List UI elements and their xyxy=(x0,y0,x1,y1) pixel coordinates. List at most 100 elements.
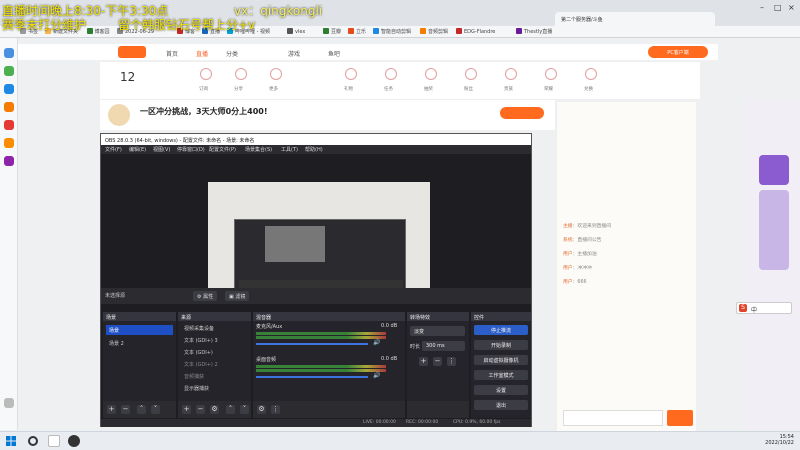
dock-app-icon[interactable] xyxy=(4,102,14,112)
nav-category[interactable]: 分类 xyxy=(226,49,238,58)
bookmark-icon xyxy=(86,28,93,34)
dock-app-icon[interactable] xyxy=(4,138,14,148)
move-up-button[interactable]: ˄ xyxy=(226,405,235,414)
source-item[interactable]: 文本 (GDI+) 2 xyxy=(181,359,221,369)
exchange-icon[interactable] xyxy=(585,68,597,80)
bookmark-item[interactable]: EDG-Flandre xyxy=(456,28,495,35)
settings-button[interactable]: 设置 xyxy=(474,385,528,395)
bookmark-item[interactable]: 豆瓣 xyxy=(323,28,341,35)
obs-taskbar-icon[interactable] xyxy=(68,435,80,447)
nav-fishbar[interactable]: 鱼吧 xyxy=(328,49,340,58)
browser-tab-active[interactable]: 第二个服务器/斗鱼 xyxy=(555,12,715,26)
volume-slider[interactable] xyxy=(256,376,368,378)
more-icon[interactable] xyxy=(270,68,282,80)
close-icon[interactable]: × xyxy=(788,3,795,12)
source-item[interactable]: 文本 (GDI+) 3 xyxy=(181,335,221,345)
speaker-icon[interactable]: 🔊 xyxy=(373,339,380,346)
bookmark-item[interactable]: 音频剪辑 xyxy=(420,28,448,35)
menu-docks[interactable]: 停靠窗口(D) xyxy=(177,146,205,153)
panel-title: 混音器 xyxy=(253,312,405,321)
dock-app-icon[interactable] xyxy=(4,66,14,76)
bookmark-item[interactable]: Thestly直播 xyxy=(516,28,552,35)
start-recording-button[interactable]: 开始录制 xyxy=(474,340,528,350)
gift-icon[interactable] xyxy=(345,68,357,80)
nav-home[interactable]: 首页 xyxy=(166,49,178,58)
source-item[interactable]: 文本 (GDI+) xyxy=(181,347,216,357)
system-clock[interactable]: 15:54 2022/10/22 xyxy=(765,434,794,446)
ime-indicator[interactable]: S 中 xyxy=(736,302,792,314)
windows-start-icon[interactable] xyxy=(6,436,16,446)
pc-client-button[interactable]: PC客户端 xyxy=(648,46,708,58)
no-source-label: 未选择源 xyxy=(105,293,126,299)
taskbar-app-icon[interactable] xyxy=(48,435,60,447)
bookmark-item[interactable]: 智能自动剪辑 xyxy=(373,28,411,35)
bookmark-item[interactable]: 立乐 xyxy=(348,28,366,35)
controls-panel: 控件 停止推流 开始录制 启动虚拟摄像机 工作室模式 设置 退出 xyxy=(471,312,531,418)
duration-input[interactable]: 300 ms xyxy=(422,341,465,351)
menu-tools[interactable]: 工具(T) xyxy=(281,146,298,153)
remove-source-button[interactable]: − xyxy=(196,405,205,414)
maximize-icon[interactable]: □ xyxy=(774,3,782,12)
volume-slider[interactable] xyxy=(256,343,368,345)
nav-live[interactable]: 直播 xyxy=(196,49,208,58)
stop-streaming-button[interactable]: 停止推流 xyxy=(474,325,528,335)
dock-app-icon[interactable] xyxy=(4,120,14,130)
chat-line: 用户：666 xyxy=(563,280,587,285)
dock-app-icon[interactable] xyxy=(4,84,14,94)
dock-add-icon[interactable] xyxy=(4,398,14,408)
virtual-camera-button[interactable]: 启动虚拟摄像机 xyxy=(474,355,528,365)
chat-line: 主播：欢迎来到直播间 xyxy=(563,224,612,229)
menu-profile[interactable]: 配置文件(P) xyxy=(209,146,236,153)
source-settings-icon[interactable]: ⚙ xyxy=(210,405,219,414)
scene-item[interactable]: 场景 xyxy=(106,325,173,335)
site-logo[interactable] xyxy=(118,46,146,58)
speaker-icon[interactable]: 🔊 xyxy=(373,372,380,379)
mixer-menu-icon[interactable]: ⋮ xyxy=(271,405,280,414)
scene-item[interactable]: 场景 2 xyxy=(106,338,173,348)
transition-menu-icon[interactable]: ⋮ xyxy=(447,357,456,366)
menu-scene-collection[interactable]: 场景集合(S) xyxy=(245,146,272,153)
source-item[interactable]: 视频采集设备 xyxy=(181,323,217,333)
noble-icon[interactable] xyxy=(505,68,517,80)
move-up-button[interactable]: ˄ xyxy=(137,405,146,414)
fans-icon[interactable] xyxy=(465,68,477,80)
remove-scene-button[interactable]: − xyxy=(121,405,130,414)
studio-mode-button[interactable]: 工作室模式 xyxy=(474,370,528,380)
filters-button[interactable]: ▣ 滤镜 xyxy=(225,291,250,301)
task-icon[interactable] xyxy=(385,68,397,80)
search-icon[interactable] xyxy=(28,436,38,446)
source-item[interactable]: 显示器捕获 xyxy=(181,383,212,393)
add-scene-button[interactable]: + xyxy=(107,405,116,414)
bookmark-item[interactable]: vlex xyxy=(287,28,305,35)
lottery-icon[interactable] xyxy=(425,68,437,80)
dock-app-icon[interactable] xyxy=(4,156,14,166)
share-icon[interactable] xyxy=(235,68,247,80)
add-source-button[interactable]: + xyxy=(182,405,191,414)
subscribe-icon[interactable] xyxy=(200,68,212,80)
chat-send-button[interactable] xyxy=(667,410,693,426)
bookmark-item[interactable]: 博客园 xyxy=(86,28,110,35)
chat-input[interactable] xyxy=(563,410,663,426)
chat-line: 用户：主播加油 xyxy=(563,252,597,257)
promo-panel[interactable] xyxy=(759,190,789,270)
mixer-settings-icon[interactable]: ⚙ xyxy=(257,405,266,414)
minimize-icon[interactable]: – xyxy=(760,3,764,12)
menu-view[interactable]: 视图(V) xyxy=(153,146,170,153)
streamer-avatar[interactable] xyxy=(108,104,130,126)
dock-app-icon[interactable] xyxy=(4,48,14,58)
move-down-button[interactable]: ˅ xyxy=(151,405,160,414)
source-item[interactable]: 音频捕获 xyxy=(181,371,207,381)
move-down-button[interactable]: ˅ xyxy=(240,405,249,414)
follow-button[interactable] xyxy=(500,107,544,119)
exit-button[interactable]: 退出 xyxy=(474,400,528,410)
properties-button[interactable]: ⚙ 属性 xyxy=(193,291,218,301)
menu-file[interactable]: 文件(F) xyxy=(105,146,122,153)
menu-edit[interactable]: 编辑(E) xyxy=(129,146,146,153)
remove-transition-button[interactable]: − xyxy=(433,357,442,366)
nav-games[interactable]: 游戏 xyxy=(288,49,300,58)
add-transition-button[interactable]: + xyxy=(419,357,428,366)
transition-select[interactable]: 淡变 xyxy=(410,326,465,336)
promo-banner[interactable] xyxy=(759,155,789,185)
honor-icon[interactable] xyxy=(545,68,557,80)
menu-help[interactable]: 帮助(H) xyxy=(305,146,323,153)
